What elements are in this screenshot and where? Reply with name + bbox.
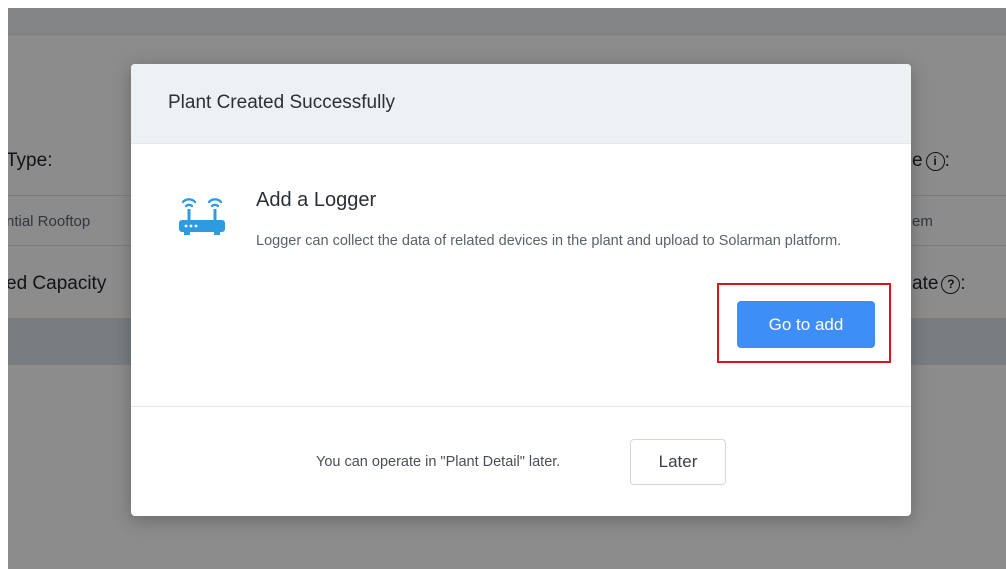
screen: Type: ntial Rooftop ed Capacity ei: em a… bbox=[0, 0, 1006, 569]
later-button[interactable]: Later bbox=[630, 439, 726, 485]
plant-created-dialog: Plant Created Successfully Add a Logger … bbox=[131, 64, 911, 516]
add-logger-description: Logger can collect the data of related d… bbox=[256, 233, 842, 249]
go-to-add-button[interactable]: Go to add bbox=[737, 301, 875, 348]
footer-hint: You can operate in "Plant Detail" later. bbox=[316, 454, 561, 470]
dialog-divider bbox=[131, 406, 911, 407]
dialog-header: Plant Created Successfully bbox=[131, 64, 911, 144]
router-icon bbox=[179, 198, 225, 235]
window-edge-left bbox=[0, 0, 8, 569]
window-edge-top bbox=[0, 0, 1006, 8]
add-logger-title: Add a Logger bbox=[256, 189, 377, 211]
dialog-title: Plant Created Successfully bbox=[168, 92, 396, 113]
